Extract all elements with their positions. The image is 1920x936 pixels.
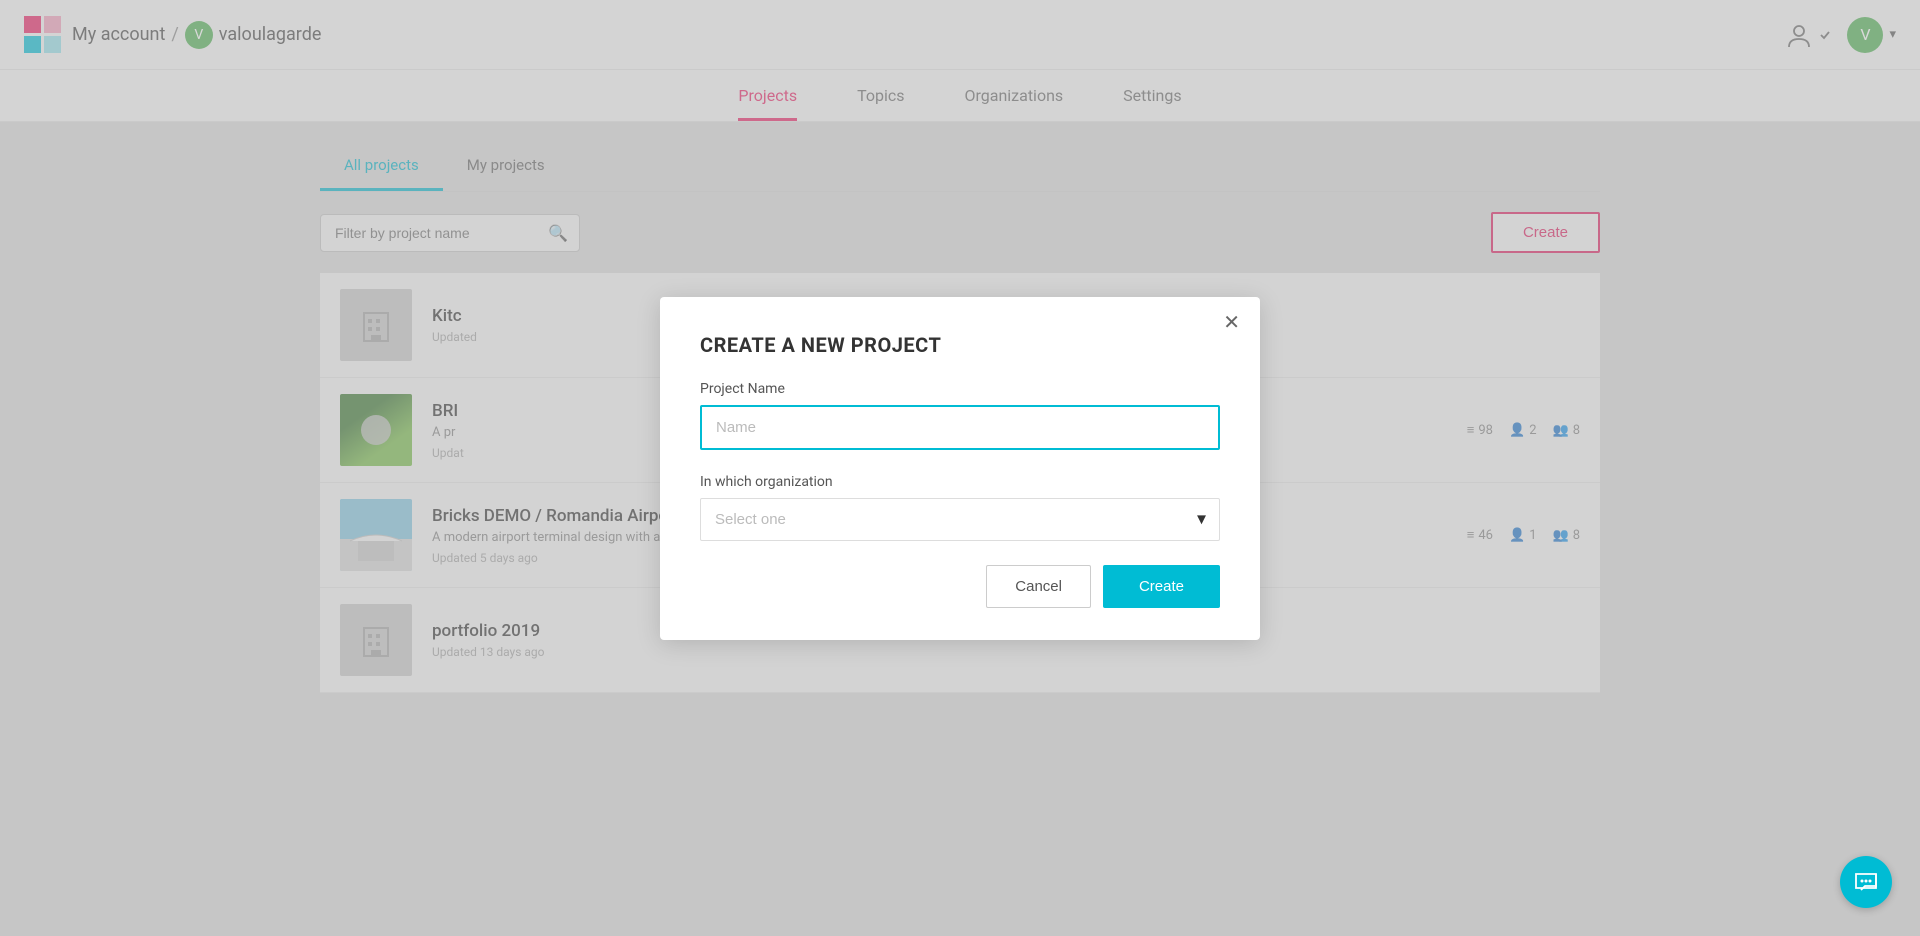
modal-create-button[interactable]: Create bbox=[1103, 565, 1220, 608]
modal-actions: Cancel Create bbox=[700, 565, 1220, 608]
chat-button[interactable] bbox=[1840, 856, 1892, 908]
modal-title: CREATE A NEW PROJECT bbox=[700, 333, 1220, 357]
project-name-input[interactable] bbox=[700, 405, 1220, 450]
create-project-modal: ✕ CREATE A NEW PROJECT Project Name In w… bbox=[660, 297, 1260, 640]
project-name-label: Project Name bbox=[700, 381, 1220, 397]
modal-overlay[interactable]: ✕ CREATE A NEW PROJECT Project Name In w… bbox=[0, 0, 1920, 936]
org-select-wrapper: Select one ▾ bbox=[700, 498, 1220, 541]
chat-icon bbox=[1854, 870, 1878, 894]
modal-close-button[interactable]: ✕ bbox=[1223, 313, 1240, 333]
project-name-group: Project Name bbox=[700, 381, 1220, 450]
org-select[interactable]: Select one bbox=[700, 498, 1220, 541]
cancel-button[interactable]: Cancel bbox=[986, 565, 1091, 608]
org-label: In which organization bbox=[700, 474, 1220, 490]
organization-group: In which organization Select one ▾ bbox=[700, 474, 1220, 541]
